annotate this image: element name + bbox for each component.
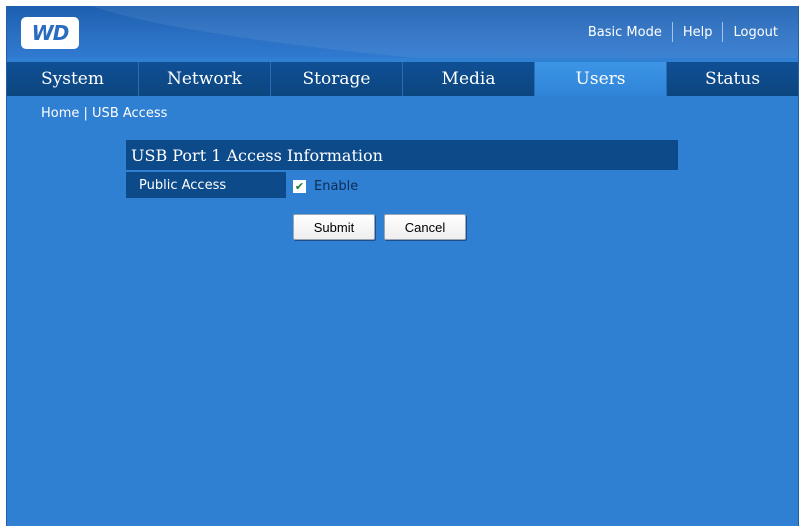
tab-storage[interactable]: Storage bbox=[271, 62, 403, 96]
breadcrumb: Home | USB Access bbox=[41, 106, 167, 121]
tab-system[interactable]: System bbox=[7, 62, 139, 96]
cancel-button[interactable]: Cancel bbox=[384, 214, 466, 240]
header-bar: WD Basic Mode Help Logout bbox=[7, 6, 798, 58]
public-access-label: Public Access bbox=[126, 172, 286, 198]
enable-option[interactable]: ✔ Enable bbox=[293, 178, 358, 194]
logout-link[interactable]: Logout bbox=[723, 25, 788, 40]
submit-button[interactable]: Submit bbox=[293, 214, 375, 240]
enable-checkbox[interactable]: ✔ bbox=[293, 179, 306, 193]
tab-media[interactable]: Media bbox=[403, 62, 535, 96]
basic-mode-link[interactable]: Basic Mode bbox=[578, 25, 672, 40]
tab-network[interactable]: Network bbox=[139, 62, 271, 96]
main-nav: System Network Storage Media Users Statu… bbox=[7, 62, 798, 96]
tab-users[interactable]: Users bbox=[535, 62, 667, 96]
help-link[interactable]: Help bbox=[673, 25, 723, 40]
enable-label: Enable bbox=[314, 178, 359, 194]
panel-title: USB Port 1 Access Information bbox=[126, 140, 678, 170]
breadcrumb-separator: | bbox=[79, 106, 93, 121]
tab-status[interactable]: Status bbox=[667, 62, 798, 96]
checkmark-icon: ✔ bbox=[294, 179, 305, 193]
app-frame: WD Basic Mode Help Logout System Network… bbox=[6, 6, 799, 526]
breadcrumb-current: USB Access bbox=[92, 106, 168, 121]
wd-logo: WD bbox=[21, 17, 79, 49]
logo-text: WD bbox=[31, 21, 70, 45]
top-links: Basic Mode Help Logout bbox=[578, 6, 788, 58]
breadcrumb-home[interactable]: Home bbox=[41, 106, 79, 121]
